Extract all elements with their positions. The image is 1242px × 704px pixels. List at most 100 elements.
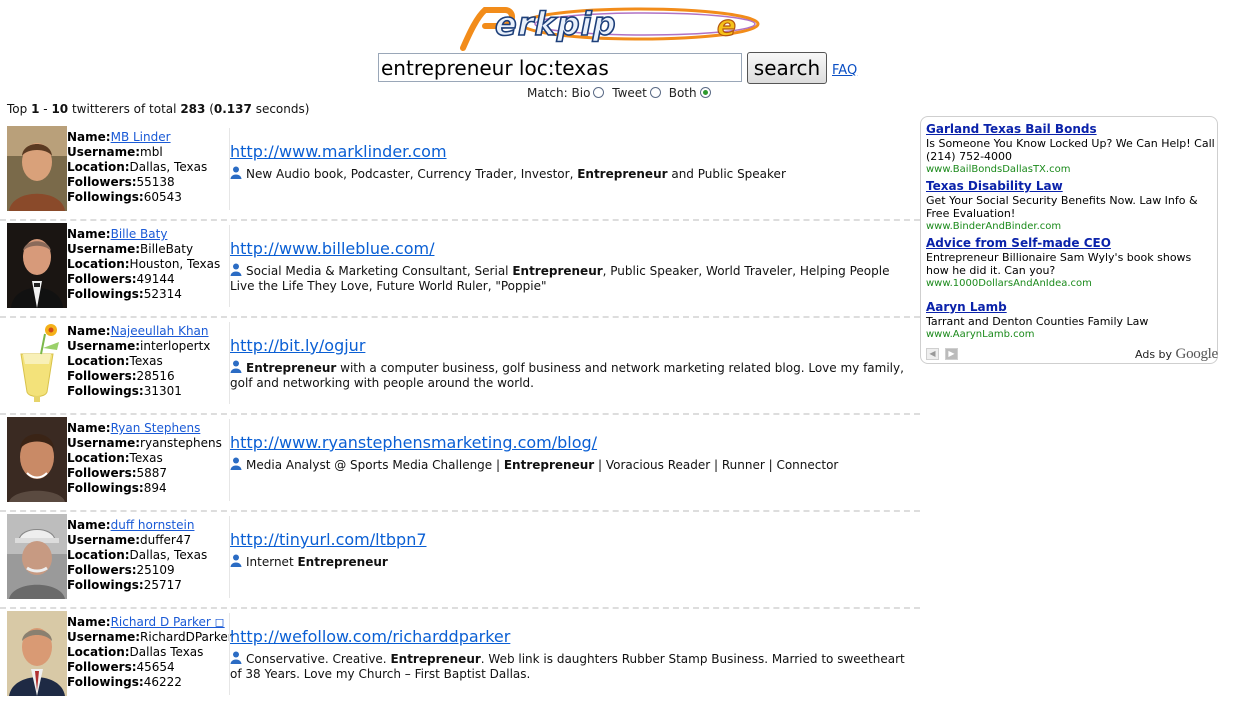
ad-title-link[interactable]: Texas Disability Law — [926, 179, 1216, 193]
profile-url-link[interactable]: http://www.ryanstephensmarketing.com/blo… — [230, 433, 597, 452]
perkpipe-logo[interactable]: erkpip e — [455, 2, 761, 52]
row-divider — [0, 607, 920, 609]
avatar[interactable] — [7, 223, 67, 308]
match-tweet-radio[interactable] — [649, 87, 661, 98]
name-label: Name: — [67, 324, 111, 338]
ad-url[interactable]: www.BailBondsDallasTX.com — [926, 164, 1216, 175]
ad-url[interactable]: www.BinderAndBinder.com — [926, 221, 1216, 232]
username-label: Username: — [67, 533, 141, 547]
profile-url-link[interactable]: http://wefollow.com/richarddparker — [230, 627, 510, 646]
ad-url[interactable]: www.AarynLamb.com — [926, 329, 1216, 340]
match-options: Match: Bio Tweet Both — [527, 86, 715, 100]
result-content: http://bit.ly/ogjur Entrepreneur with a … — [230, 336, 914, 391]
profile-url-link[interactable]: http://tinyurl.com/ltbpn7 — [230, 530, 427, 549]
username-label: Username: — [67, 630, 141, 644]
name-label: Name: — [67, 518, 111, 532]
avatar[interactable] — [7, 514, 67, 599]
user-info: Name:Ryan Stephens Username:ryanstephens… — [67, 421, 227, 496]
result-row: Name:Najeeullah Khan Username:interloper… — [0, 316, 922, 413]
location-label: Location: — [67, 354, 130, 368]
location-label: Location: — [67, 548, 130, 562]
bio-text: Media Analyst @ Sports Media Challenge |… — [230, 457, 914, 473]
bio-keyword: Entrepreneur — [577, 167, 668, 181]
search-button[interactable]: search — [747, 52, 827, 84]
followers-label: Followers: — [67, 272, 137, 286]
ad-item[interactable]: Garland Texas Bail Bonds Is Someone You … — [926, 122, 1216, 175]
summary-start: 1 — [31, 102, 40, 116]
avatar[interactable] — [7, 320, 67, 405]
user-name-link[interactable]: MB Linder — [111, 130, 171, 144]
ad-item[interactable]: Texas Disability Law Get Your Social Sec… — [926, 179, 1216, 232]
summary-middle: twitterers of total — [71, 102, 177, 116]
result-row: Name:duff hornstein Username:duffer47 Lo… — [0, 510, 922, 607]
ad-item[interactable]: Advice from Self-made CEO Entrepreneur B… — [926, 236, 1216, 289]
result-row: Name:Ryan Stephens Username:ryanstephens… — [0, 413, 922, 510]
location-value: Texas — [129, 451, 163, 465]
ad-url[interactable]: www.1000DollarsAndAnIdea.com — [926, 278, 1216, 289]
followers-label: Followers: — [67, 660, 137, 674]
location-value: Dallas, Texas — [129, 160, 208, 174]
match-bio-radio[interactable] — [593, 87, 605, 98]
bio-text: New Audio book, Podcaster, Currency Trad… — [230, 166, 914, 182]
user-info: Name:Najeeullah Khan Username:interloper… — [67, 324, 227, 399]
followings-label: Followings: — [67, 384, 144, 398]
result-row: Name:Bille Baty Username:BilleBaty Locat… — [0, 219, 922, 316]
location-value: Dallas, Texas — [129, 548, 208, 562]
user-name-link[interactable]: Bille Baty — [111, 227, 168, 241]
profile-url-link[interactable]: http://bit.ly/ogjur — [230, 336, 365, 355]
bio-text-before: Conservative. Creative. — [246, 652, 391, 666]
faq-link[interactable]: FAQ — [832, 63, 857, 78]
username-label: Username: — [67, 436, 141, 450]
ad-item[interactable]: Aaryn Lamb Tarrant and Denton Counties F… — [926, 300, 1216, 340]
avatar[interactable] — [7, 417, 67, 502]
results-summary: Top 1 - 10 twitterers of total 283 (0.13… — [7, 102, 310, 116]
username-value: ryanstephens — [140, 436, 222, 450]
user-name-link[interactable]: Ryan Stephens — [111, 421, 201, 435]
bio-text: Conservative. Creative. Entrepreneur. We… — [230, 651, 914, 682]
followings-label: Followings: — [67, 481, 144, 495]
followers-value: 25109 — [136, 563, 175, 577]
row-divider — [0, 510, 920, 512]
user-icon — [230, 651, 242, 664]
summary-prefix: Top — [7, 102, 28, 116]
profile-url-link[interactable]: http://www.marklinder.com — [230, 142, 447, 161]
avatar[interactable] — [7, 611, 67, 696]
search-input[interactable] — [378, 53, 742, 82]
ad-title-link[interactable]: Aaryn Lamb — [926, 300, 1216, 314]
followers-value: 45654 — [136, 660, 175, 674]
username-value: duffer47 — [140, 533, 192, 547]
ad-description: Is Someone You Know Locked Up? We Can He… — [926, 137, 1215, 163]
user-name-link[interactable]: duff hornstein — [111, 518, 195, 532]
followers-value: 28516 — [136, 369, 175, 383]
user-name-link[interactable]: Najeeullah Khan — [111, 324, 209, 338]
ad-prev-button[interactable]: ◀ — [926, 348, 939, 360]
bio-keyword: Entrepreneur — [390, 652, 481, 666]
ad-title-link[interactable]: Garland Texas Bail Bonds — [926, 122, 1216, 136]
username-value: RichardDParker — [140, 630, 233, 644]
match-both-radio[interactable] — [699, 87, 711, 98]
bio-text-before: Internet — [246, 555, 298, 569]
profile-url-link[interactable]: http://www.billeblue.com/ — [230, 239, 434, 258]
ad-title-link[interactable]: Advice from Self-made CEO — [926, 236, 1216, 250]
summary-time: 0.137 — [213, 102, 252, 116]
followings-value: 894 — [143, 481, 167, 495]
bio-keyword: Entrepreneur — [246, 361, 337, 375]
name-label: Name: — [67, 227, 111, 241]
bio-text-after: and Public Speaker — [667, 167, 786, 181]
location-value: Houston, Texas — [129, 257, 221, 271]
followers-label: Followers: — [67, 466, 137, 480]
ads-by-google[interactable]: Ads by Google — [1135, 346, 1218, 363]
followings-label: Followings: — [67, 578, 144, 592]
result-content: http://wefollow.com/richarddparker Conse… — [230, 627, 914, 682]
match-option-tweet-label: Tweet — [612, 86, 647, 100]
name-label: Name: — [67, 615, 111, 629]
user-name-link[interactable]: Richard D Parker ◻ — [111, 615, 225, 629]
username-label: Username: — [67, 242, 141, 256]
match-option-both-label: Both — [668, 86, 697, 100]
ad-next-button[interactable]: ▶ — [945, 348, 958, 360]
avatar[interactable] — [7, 126, 67, 211]
result-row: Name:Richard D Parker ◻ Username:Richard… — [0, 607, 922, 704]
user-info: Name:Bille Baty Username:BilleBaty Locat… — [67, 227, 227, 302]
followers-label: Followers: — [67, 563, 137, 577]
summary-dash: - — [43, 102, 48, 116]
